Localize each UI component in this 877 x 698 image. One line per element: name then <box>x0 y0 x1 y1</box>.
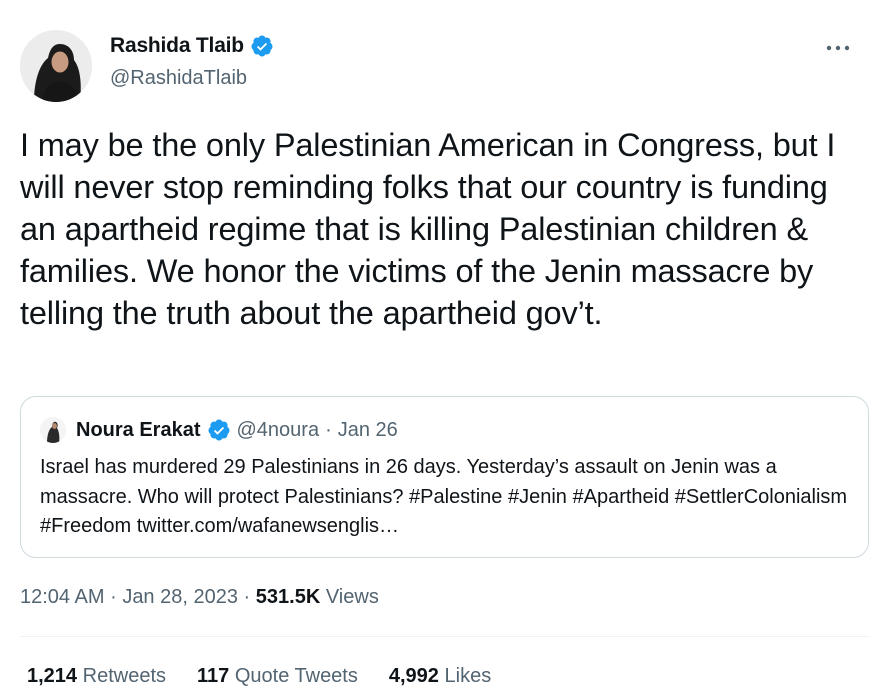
author-name[interactable]: Rashida Tlaib <box>110 34 244 58</box>
more-options-icon[interactable] <box>821 34 855 62</box>
quoted-tweet-text: Israel has murdered 29 Palestinians in 2… <box>40 456 848 537</box>
likes-label: Likes <box>444 665 492 687</box>
retweets-label: Retweets <box>82 665 166 687</box>
likes-count: 4,992 <box>388 665 439 687</box>
quote-tweets-label: Quote Tweets <box>234 665 358 687</box>
verified-badge-icon <box>250 34 274 58</box>
tweet-date[interactable]: Jan 28, 2023 <box>122 586 238 608</box>
quoted-separator: · <box>325 418 332 441</box>
author-handle[interactable]: @RashidaTlaib <box>110 67 247 90</box>
quote-tweets-count: 117 <box>197 665 230 687</box>
tweet-text: I may be the only Palestinian American i… <box>20 127 836 331</box>
quoted-author-avatar[interactable] <box>40 417 66 443</box>
tweet-time[interactable]: 12:04 AM <box>20 586 105 608</box>
quote-tweets-stat[interactable]: 117 Quote Tweets <box>197 665 358 688</box>
views-label: Views <box>325 586 379 608</box>
retweets-count: 1,214 <box>27 665 78 687</box>
engagement-stats: 1,214 Retweets 117 Quote Tweets 4,992 Li… <box>27 665 491 688</box>
meta-separator: · <box>243 586 251 608</box>
views-count: 531.5K <box>255 586 321 608</box>
likes-stat[interactable]: 4,992 Likes <box>389 665 491 688</box>
divider <box>20 636 869 637</box>
author-name-row[interactable]: Rashida Tlaib <box>110 34 274 58</box>
quoted-verified-badge-icon <box>207 418 231 442</box>
author-avatar[interactable] <box>20 30 92 102</box>
quoted-author-avatar-image <box>40 417 66 443</box>
author-avatar-image <box>20 30 92 102</box>
tweet: Rashida Tlaib @RashidaTlaib I may be the… <box>0 0 877 698</box>
quoted-tweet-card[interactable]: Noura Erakat @4noura · Jan 26 Israel has… <box>20 396 869 558</box>
quoted-tweet-date[interactable]: Jan 26 <box>338 419 398 442</box>
quoted-author-name[interactable]: Noura Erakat <box>76 419 201 442</box>
tweet-meta: 12:04 AM · Jan 28, 2023 · 531.5K Views <box>20 586 379 609</box>
quoted-tweet-header: Noura Erakat @4noura · Jan 26 <box>76 418 398 442</box>
meta-separator: · <box>110 586 117 608</box>
retweets-stat[interactable]: 1,214 Retweets <box>27 665 166 688</box>
quoted-author-handle[interactable]: @4noura <box>237 419 320 442</box>
